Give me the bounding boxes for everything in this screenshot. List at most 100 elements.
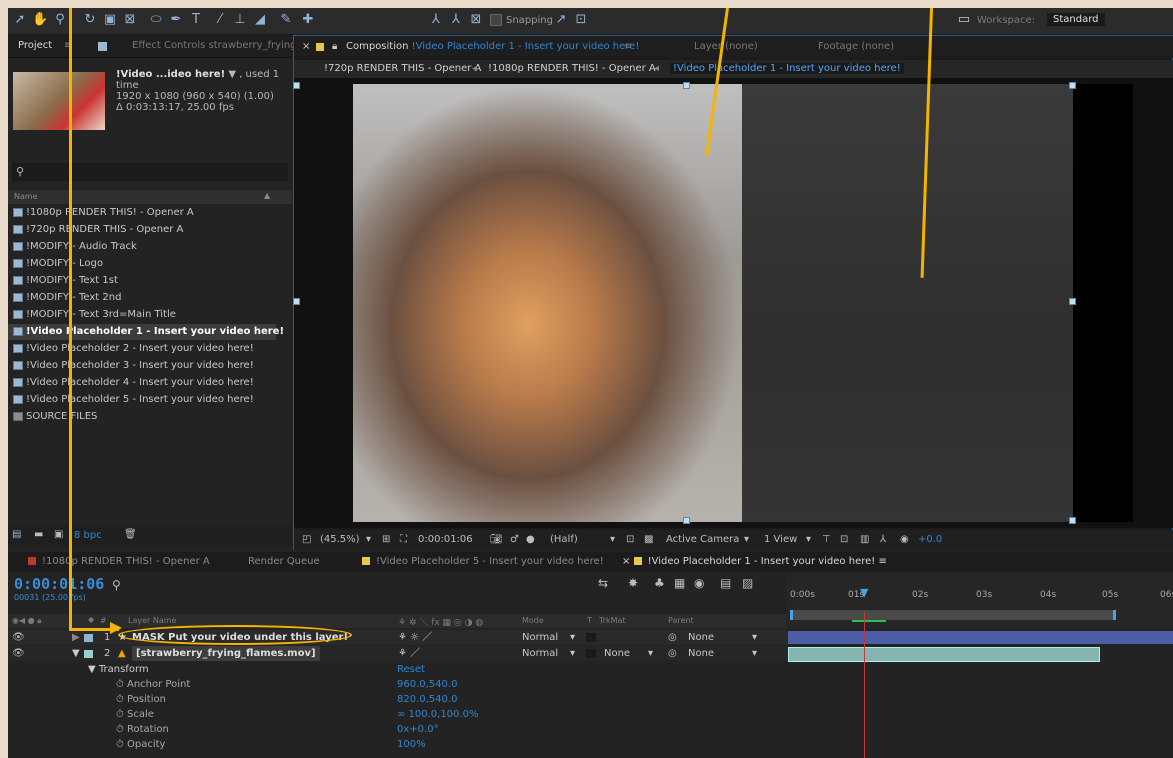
list-item[interactable]: !Video Placeholder 2 - Insert your video… — [8, 341, 276, 357]
pen-tool-icon[interactable]: ✒ — [168, 12, 184, 28]
list-item-selected[interactable]: !Video Placeholder 1 - Insert your video… — [8, 324, 284, 340]
layer-search-icon[interactable]: ⚲ — [112, 578, 121, 592]
scale-value[interactable]: ∞ 100.0,100.0% — [397, 709, 478, 720]
stopwatch-icon[interactable]: ⏱︎ — [116, 739, 124, 750]
parent-select[interactable]: None — [688, 630, 714, 645]
preserve-transparency-checkbox[interactable] — [586, 649, 596, 658]
reset-exposure-icon[interactable]: ◉ — [900, 534, 909, 545]
rotate-tool-icon[interactable]: ↻ — [82, 12, 98, 28]
rotation-value[interactable]: 0x+0.0° — [397, 724, 439, 735]
tab-menu-icon[interactable]: ≡ — [624, 41, 632, 52]
tab-timeline-active[interactable]: × !Video Placeholder 1 - Insert your vid… — [622, 556, 887, 567]
layer-switches[interactable]: ⚘ ☼ ／ — [398, 630, 432, 645]
brush-tool-icon[interactable]: ⁄ — [212, 12, 228, 28]
interpret-footage-icon[interactable]: ▤ — [12, 529, 21, 540]
trash-icon[interactable]: 🗑 — [124, 529, 137, 540]
pickwhip-icon[interactable]: ◎ — [668, 630, 677, 645]
layer-switches[interactable]: ⚘ ／ — [398, 646, 420, 661]
region-of-interest-icon[interactable]: ⊡ — [626, 534, 634, 545]
mode-select[interactable]: Normal — [522, 646, 558, 661]
camera-tool-icon[interactable]: ▣ — [102, 12, 118, 28]
tab-effect-controls[interactable]: Effect Controls strawberry_frying_ — [132, 40, 302, 51]
collapse-arrow-icon[interactable]: ▼ — [72, 646, 80, 661]
bpc-button[interactable]: 8 bpc — [74, 530, 102, 541]
channel-icon[interactable]: ● — [526, 534, 535, 545]
list-item[interactable]: !1080p RENDER THIS! - Opener A — [8, 205, 276, 221]
frame-blending-icon[interactable]: ▦ — [674, 576, 685, 590]
type-tool-icon[interactable]: T — [188, 12, 204, 28]
transform-handle[interactable] — [293, 298, 300, 305]
time-ruler[interactable]: 0:00s 01s 02s 03s 04s 05s 06s ▼ — [786, 574, 1173, 629]
dropdown-icon[interactable]: ▾ — [806, 534, 811, 545]
tab-composition[interactable]: Composition !Video Placeholder 1 - Inser… — [346, 41, 639, 52]
layer-name[interactable]: [strawberry_frying_flames.mov] — [132, 646, 320, 661]
transform-handle[interactable] — [683, 517, 690, 524]
show-snapshot-icon[interactable]: ♂ — [510, 534, 519, 545]
view-axis-icon[interactable]: ⊠ — [468, 12, 484, 28]
opacity-value[interactable]: 100% — [397, 739, 426, 750]
list-item[interactable]: !720p RENDER THIS - Opener A — [8, 222, 276, 238]
layer-switches-icons[interactable]: ⚘ ✲ ＼ fx ▦ ◎ ◑ ◍ — [398, 615, 483, 628]
expand-arrow-icon[interactable]: ▶ — [72, 630, 80, 645]
graph-editor-icon[interactable]: ▤ — [720, 576, 731, 590]
stopwatch-icon[interactable]: ⏱︎ — [116, 724, 124, 735]
workspace-select[interactable]: Standard — [1047, 13, 1105, 26]
snap-options-icon[interactable]: ⊡ — [573, 12, 589, 28]
puppet-pin-tool-icon[interactable]: ✚ — [300, 12, 316, 28]
motion-blur-icon[interactable]: ◉ — [694, 576, 704, 590]
new-comp-icon[interactable]: ▣ — [54, 529, 63, 540]
av-features-icons[interactable]: ◉◀︎ ● 🔒︎ — [12, 616, 41, 626]
dropdown-icon[interactable]: ▾ — [744, 534, 749, 545]
mode-select[interactable]: Normal — [522, 630, 558, 645]
layer-row-2[interactable]: 👁︎ ▼ 2 ▲ [strawberry_frying_flames.mov] … — [8, 646, 788, 661]
dropdown-icon[interactable]: ▾ — [648, 646, 653, 661]
eraser-tool-icon[interactable]: ◢ — [252, 12, 268, 28]
composition-canvas[interactable] — [293, 82, 1133, 524]
parent-select[interactable]: None — [688, 646, 714, 661]
flow-item[interactable]: !1080p RENDER THIS! - Opener A — [488, 63, 656, 74]
stopwatch-icon[interactable]: ⏱︎ — [116, 679, 124, 690]
world-axis-icon[interactable]: ⅄ — [448, 12, 464, 28]
dropdown-icon[interactable]: ▾ — [366, 534, 371, 545]
local-axis-icon[interactable]: ⅄ — [428, 12, 444, 28]
snapping-checkbox[interactable] — [490, 14, 502, 26]
lock-icon[interactable]: 🔒︎ — [332, 41, 337, 52]
transform-handle[interactable] — [1069, 82, 1076, 89]
tab-footage[interactable]: Footage (none) — [818, 41, 894, 52]
exposure-value[interactable]: +0.0 — [918, 534, 942, 545]
tab-project[interactable]: Project — [18, 40, 52, 51]
new-folder-icon[interactable]: ▬ — [34, 529, 43, 540]
magnification-select[interactable]: (45.5%) — [320, 534, 360, 545]
current-time[interactable]: 0:00:01:06 — [418, 534, 473, 545]
workspace-icon[interactable]: ▭ — [956, 12, 972, 28]
always-preview-icon[interactable]: ◰ — [302, 534, 311, 545]
timeline-timecode[interactable]: 0:00:01:06 — [14, 575, 104, 593]
playhead-line[interactable] — [864, 612, 865, 758]
transform-group[interactable]: ▼ Transform — [88, 664, 149, 675]
roto-brush-tool-icon[interactable]: ✎ — [278, 12, 294, 28]
transform-reset-link[interactable]: Reset — [397, 664, 425, 675]
list-item[interactable]: !MODIFY - Text 3rd=Main Title — [8, 307, 276, 323]
dropdown-icon[interactable]: ▾ — [752, 630, 757, 645]
layer-bar-mask[interactable] — [788, 631, 1173, 644]
transform-handle[interactable] — [683, 82, 690, 89]
camera-select[interactable]: Active Camera — [666, 534, 739, 545]
toggle-pixel-aspect-icon[interactable]: ⊤ — [822, 534, 831, 545]
position-value[interactable]: 820.0,540.0 — [397, 694, 457, 705]
layer-label-color[interactable] — [84, 634, 93, 642]
ellipse-tool-icon[interactable]: ⬭ — [148, 12, 164, 28]
folder-item[interactable]: SOURCE FILES — [8, 409, 276, 425]
transform-handle[interactable] — [293, 82, 300, 89]
list-item[interactable]: !MODIFY - Audio Track — [8, 239, 276, 255]
list-item[interactable]: !MODIFY - Text 1st — [8, 273, 276, 289]
flow-item[interactable]: !720p RENDER THIS - Opener A — [324, 63, 481, 74]
list-item[interactable]: !Video Placeholder 5 - Insert your video… — [8, 392, 276, 408]
hand-tool-icon[interactable]: ✋ — [32, 12, 48, 28]
shy-icon[interactable]: ♣ — [654, 576, 665, 590]
project-column-header[interactable]: Name ▲ — [8, 190, 292, 204]
tab-timeline[interactable]: !1080p RENDER THIS! - Opener A — [28, 556, 210, 567]
work-area-bar[interactable] — [790, 610, 1116, 620]
transform-handle[interactable] — [1069, 517, 1076, 524]
dropdown-icon[interactable]: ▾ — [570, 646, 575, 661]
close-icon[interactable]: × — [302, 41, 310, 52]
